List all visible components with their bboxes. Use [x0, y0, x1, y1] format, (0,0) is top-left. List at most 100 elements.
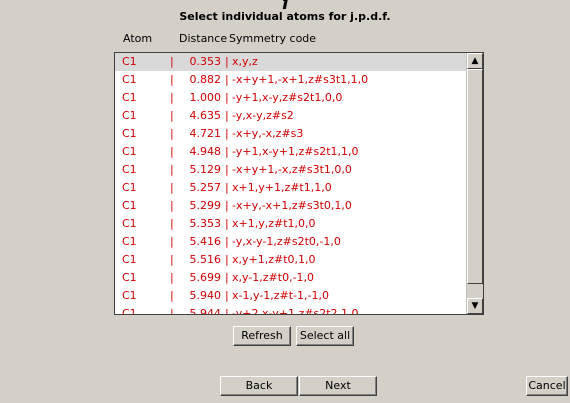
symmetry-cell: -y+1,x-y,z#s2t1,0,0 — [232, 91, 343, 104]
atom-cell: C1 — [122, 73, 137, 86]
dialog-heading: Select individual atoms for j.p.d.f. — [179, 10, 391, 23]
list-item[interactable]: C1 | 5.299 | -x+y,-x+1,z#s3t0,1,0 — [115, 197, 468, 215]
separator-cell: | — [170, 253, 174, 266]
separator-cell: | — [170, 307, 174, 315]
atom-cell: C1 — [122, 109, 137, 122]
scrollbar[interactable]: ▲ ▼ — [466, 53, 483, 314]
separator-cell: | — [170, 73, 174, 86]
separator-cell: | — [170, 127, 174, 140]
title-fragment-decoration: j — [0, 0, 570, 9]
back-button[interactable]: Back — [220, 376, 298, 396]
distance-cell: 5.416 — [189, 235, 222, 248]
list-item[interactable]: C1 | 4.948 | -y+1,x-y+1,z#s2t1,1,0 — [115, 143, 468, 161]
column-header-atom: Atom — [123, 32, 153, 45]
cancel-button[interactable]: Cancel — [526, 376, 568, 396]
symmetry-cell: -x+y,-x+1,z#s3t0,1,0 — [232, 199, 352, 212]
list-item[interactable]: C1 | 0.353 | x,y,z — [115, 53, 468, 71]
select-all-button[interactable]: Select all — [296, 326, 354, 346]
list-item[interactable]: C1 | 5.940 | x-1,y-1,z#t-1,-1,0 — [115, 287, 468, 305]
symmetry-cell: x+1,y,z#t1,0,0 — [232, 217, 316, 230]
list-item[interactable]: C1 | 5.944 | -y+2,x-y+1,z#s2t2,1,0 — [115, 305, 468, 315]
atom-cell: C1 — [122, 271, 137, 284]
separator-cell: | — [170, 235, 174, 248]
separator-cell: | — [225, 307, 229, 315]
separator-cell: | — [170, 109, 174, 122]
symmetry-cell: -y+1,x-y+1,z#s2t1,1,0 — [232, 145, 359, 158]
atom-cell: C1 — [122, 307, 137, 315]
refresh-button[interactable]: Refresh — [233, 326, 291, 346]
triangle-down-icon: ▼ — [471, 301, 479, 311]
distance-cell: 5.944 — [189, 307, 222, 315]
list-item[interactable]: C1 | 4.635 | -y,x-y,z#s2 — [115, 107, 468, 125]
list-item[interactable]: C1 | 1.000 | -y+1,x-y,z#s2t1,0,0 — [115, 89, 468, 107]
atom-cell: C1 — [122, 127, 137, 140]
distance-cell: 5.257 — [189, 181, 222, 194]
distance-cell: 5.516 — [189, 253, 222, 266]
scrollbar-thumb[interactable] — [467, 69, 483, 284]
atom-list[interactable]: C1 | 0.353 | x,y,z C1 | 0.882 | -x+y+1,-x+1,z#s3t… — [114, 52, 484, 315]
separator-cell: | — [225, 271, 229, 284]
separator-cell: | — [225, 73, 229, 86]
list-item[interactable]: C1 | 5.257 | x+1,y+1,z#t1,1,0 — [115, 179, 468, 197]
symmetry-cell: -x+y,-x,z#s3 — [232, 127, 304, 140]
separator-cell: | — [170, 181, 174, 194]
atom-cell: C1 — [122, 253, 137, 266]
scroll-down-button[interactable]: ▼ — [467, 298, 483, 314]
separator-cell: | — [170, 163, 174, 176]
atom-cell: C1 — [122, 55, 137, 68]
separator-cell: | — [170, 199, 174, 212]
atom-cell: C1 — [122, 145, 137, 158]
distance-cell: 5.129 — [189, 163, 222, 176]
separator-cell: | — [225, 289, 229, 302]
separator-cell: | — [225, 217, 229, 230]
separator-cell: | — [225, 253, 229, 266]
list-item[interactable]: C1 | 5.416 | -y,x-y-1,z#s2t0,-1,0 — [115, 233, 468, 251]
separator-cell: | — [225, 109, 229, 122]
triangle-up-icon: ▲ — [471, 56, 479, 66]
separator-cell: | — [225, 235, 229, 248]
distance-cell: 4.948 — [189, 145, 222, 158]
symmetry-cell: x-1,y-1,z#t-1,-1,0 — [232, 289, 329, 302]
list-item[interactable]: C1 | 0.882 | -x+y+1,-x+1,z#s3t1,1,0 — [115, 71, 468, 89]
separator-cell: | — [225, 91, 229, 104]
symmetry-cell: -y,x-y,z#s2 — [232, 109, 294, 122]
symmetry-cell: x,y,z — [232, 55, 258, 68]
distance-cell: 4.721 — [189, 127, 222, 140]
symmetry-cell: -x+y+1,-x,z#s3t1,0,0 — [232, 163, 352, 176]
column-header-symmetry: Symmetry code — [229, 32, 317, 45]
atom-cell: C1 — [122, 217, 137, 230]
list-item[interactable]: C1 | 5.516 | x,y+1,z#t0,1,0 — [115, 251, 468, 269]
list-item[interactable]: C1 | 5.699 | x,y-1,z#t0,-1,0 — [115, 269, 468, 287]
symmetry-cell: x,y-1,z#t0,-1,0 — [232, 271, 315, 284]
separator-cell: | — [225, 199, 229, 212]
distance-cell: 0.882 — [189, 73, 222, 86]
symmetry-cell: -y+2,x-y+1,z#s2t2,1,0 — [232, 307, 359, 315]
separator-cell: | — [225, 127, 229, 140]
atom-cell: C1 — [122, 91, 137, 104]
next-button[interactable]: Next — [299, 376, 377, 396]
symmetry-cell: x,y+1,z#t0,1,0 — [232, 253, 316, 266]
atom-cell: C1 — [122, 199, 137, 212]
list-item[interactable]: C1 | 5.129 | -x+y+1,-x,z#s3t1,0,0 — [115, 161, 468, 179]
separator-cell: | — [170, 217, 174, 230]
separator-cell: | — [225, 181, 229, 194]
separator-cell: | — [170, 289, 174, 302]
atom-cell: C1 — [122, 163, 137, 176]
scroll-up-button[interactable]: ▲ — [467, 53, 483, 69]
separator-cell: | — [170, 91, 174, 104]
separator-cell: | — [170, 271, 174, 284]
atom-cell: C1 — [122, 235, 137, 248]
distance-cell: 5.699 — [189, 271, 222, 284]
separator-cell: | — [225, 55, 229, 68]
separator-cell: | — [170, 145, 174, 158]
distance-cell: 1.000 — [189, 91, 222, 104]
distance-cell: 0.353 — [189, 55, 222, 68]
list-item[interactable]: C1 | 5.353 | x+1,y,z#t1,0,0 — [115, 215, 468, 233]
column-header-distance: Distance — [179, 32, 228, 45]
distance-cell: 4.635 — [189, 109, 222, 122]
atom-cell: C1 — [122, 289, 137, 302]
atom-list-rows: C1 | 0.353 | x,y,z C1 | 0.882 | -x+y+1,-x+1,z#s3t… — [115, 53, 468, 315]
distance-cell: 5.299 — [189, 199, 222, 212]
separator-cell: | — [225, 163, 229, 176]
list-item[interactable]: C1 | 4.721 | -x+y,-x,z#s3 — [115, 125, 468, 143]
